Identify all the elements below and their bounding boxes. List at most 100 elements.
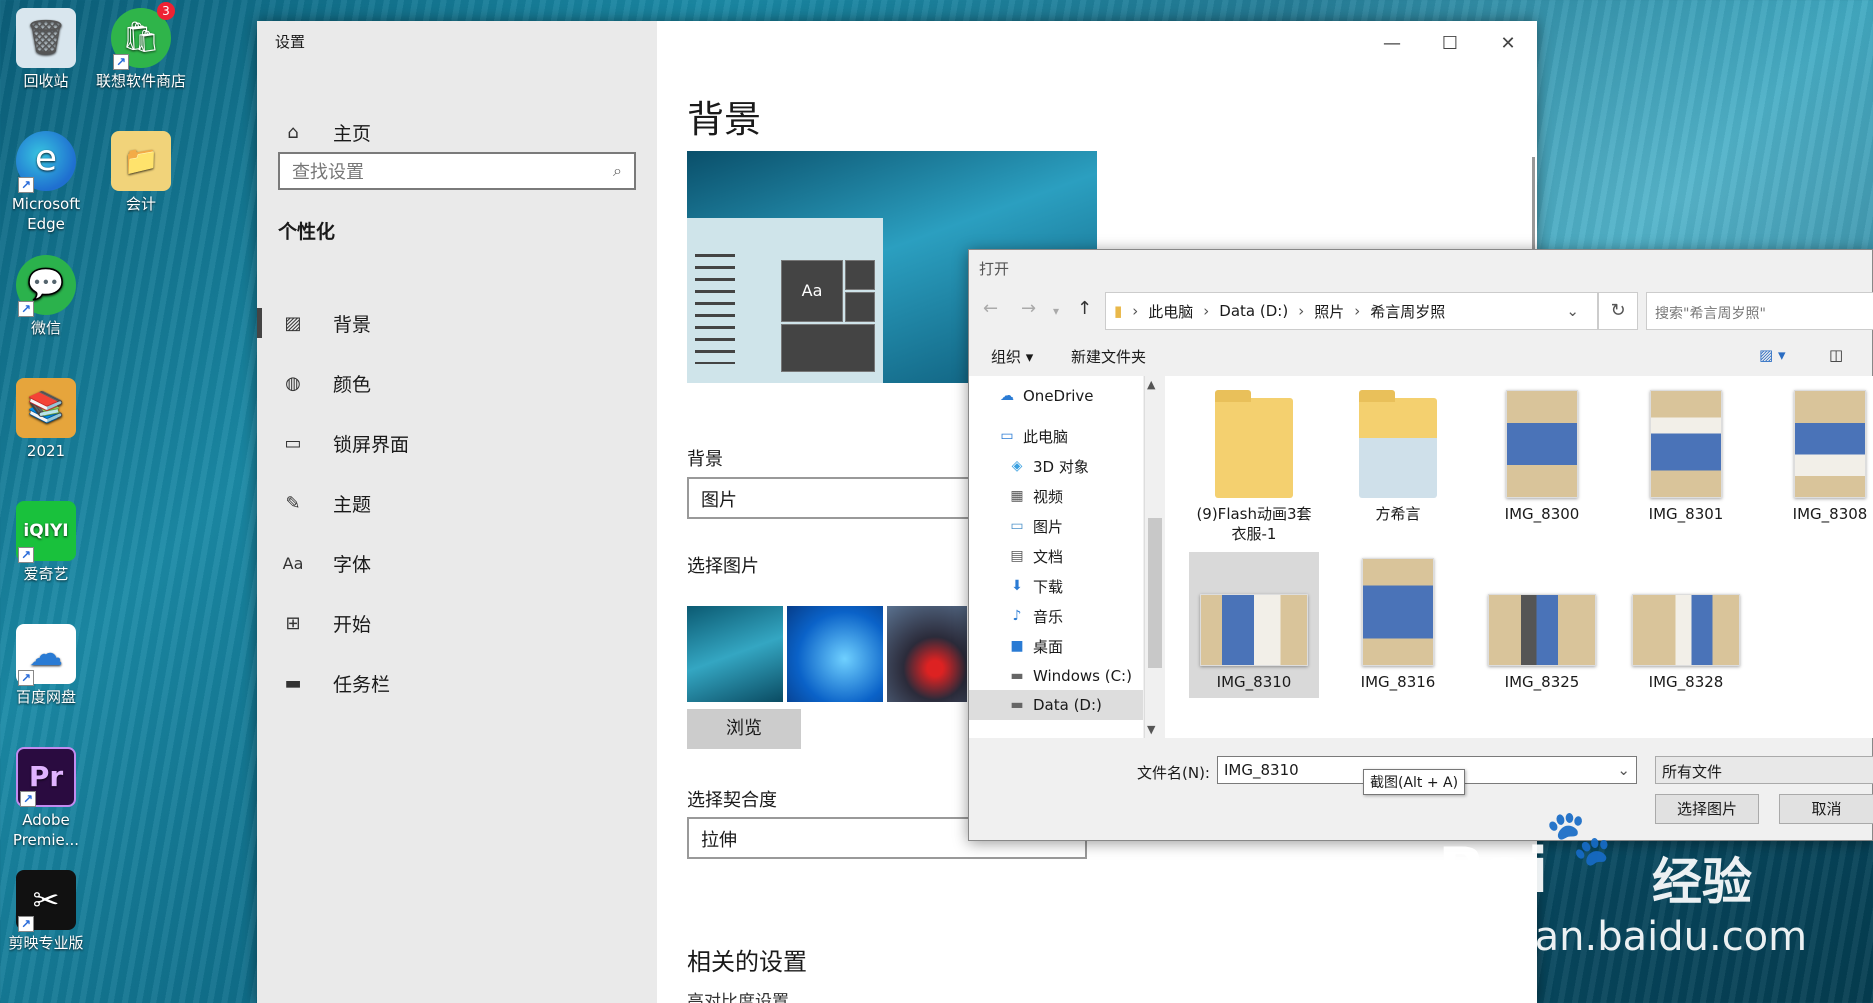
picture-thumbnail-2[interactable]	[787, 606, 883, 702]
minimize-icon[interactable]: —	[1363, 21, 1421, 65]
preview-tile	[845, 260, 875, 290]
desktop-icon-label: 剪映专业版	[8, 934, 84, 952]
theme-brush-icon: ✎	[285, 492, 301, 514]
scissors-icon: ✂ ↗	[16, 870, 76, 932]
dialog-search-input[interactable]: 搜索"希言周岁照"	[1646, 292, 1873, 330]
preview-tile	[845, 292, 875, 322]
file-type-select[interactable]: 所有文件	[1655, 756, 1873, 784]
file-name: IMG_8325	[1504, 673, 1580, 691]
scrollbar-thumb[interactable]	[1148, 518, 1162, 668]
scroll-up-icon[interactable]: ▲	[1147, 378, 1155, 391]
refresh-icon[interactable]: ↻	[1598, 292, 1638, 330]
nav-item-label: 主题	[333, 493, 372, 516]
cancel-button[interactable]: 取消	[1779, 794, 1873, 824]
recent-dropdown-icon[interactable]: ▾	[1053, 304, 1059, 318]
tree-item-3d-objects[interactable]: ◈ 3D 对象	[1007, 454, 1089, 478]
tree-item-documents[interactable]: ▤ 文档	[1007, 544, 1063, 568]
nav-item-taskbar[interactable]: ▬ 任务栏	[279, 663, 390, 703]
forward-arrow-icon[interactable]: →	[1021, 298, 1036, 319]
chevron-down-icon[interactable]: ⌄	[1566, 302, 1579, 320]
chevron-down-icon[interactable]: ⌄	[1617, 761, 1630, 779]
view-options-icon[interactable]: ▨ ▾	[1759, 346, 1785, 364]
up-arrow-icon[interactable]: ↑	[1077, 298, 1092, 319]
settings-search-input[interactable]: 查找设置 ⌕	[278, 152, 636, 190]
desktop-icon-baidu-netdisk[interactable]: ☁ ↗ 百度网盘	[0, 624, 92, 707]
nav-item-label: 颜色	[333, 373, 372, 396]
tree-item-onedrive[interactable]: ☁ OneDrive	[997, 384, 1094, 408]
search-icon: ⌕	[613, 161, 622, 180]
tree-item-this-pc[interactable]: ▭ 此电脑	[997, 424, 1068, 448]
tree-item-videos[interactable]: ▦ 视频	[1007, 484, 1063, 508]
file-name: IMG_8310	[1216, 673, 1292, 691]
desktop-icon-label: 百度网盘	[15, 688, 76, 706]
nav-item-start[interactable]: ⊞ 开始	[279, 603, 371, 643]
tree-item-drive-c[interactable]: ▬ Windows (C:)	[1007, 664, 1132, 688]
file-name: IMG_8300	[1504, 505, 1580, 523]
store-bag-icon: 🛍 3 ↗	[111, 2, 175, 70]
tree-label: Data (D:)	[1033, 696, 1102, 714]
back-arrow-icon[interactable]: ←	[983, 298, 998, 319]
desktop-icon-recycle-bin[interactable]: 🗑 回收站	[0, 8, 92, 91]
maximize-icon[interactable]: ☐	[1421, 21, 1479, 65]
file-item-image[interactable]: IMG_8308	[1765, 390, 1873, 524]
desktop-icon-label: 爱奇艺	[23, 565, 69, 583]
file-item-image[interactable]: IMG_8310	[1189, 594, 1319, 692]
desktop-icon-wechat[interactable]: 💬 ↗ 微信	[0, 255, 92, 338]
file-item-image[interactable]: IMG_8301	[1621, 390, 1751, 524]
file-item-image[interactable]: IMG_8300	[1477, 390, 1607, 524]
tree-item-music[interactable]: ♪ 音乐	[1007, 604, 1063, 628]
tree-item-drive-d[interactable]: ▬ Data (D:)	[1007, 693, 1102, 717]
select-picture-button[interactable]: 选择图片	[1655, 794, 1759, 824]
new-folder-button[interactable]: 新建文件夹	[1071, 346, 1146, 367]
drive-icon: ▬	[1010, 697, 1024, 713]
desktop-icon-edge[interactable]: e ↗ Microsoft Edge	[0, 131, 92, 234]
nav-item-themes[interactable]: ✎ 主题	[279, 483, 371, 523]
breadcrumb-item[interactable]: 照片	[1314, 301, 1344, 322]
nav-item-colors[interactable]: ◍ 颜色	[279, 363, 371, 403]
nav-home[interactable]: ⌂ 主页	[279, 112, 371, 152]
nav-item-lock-screen[interactable]: ▭ 锁屏界面	[279, 423, 409, 463]
preview-pane-icon[interactable]: ◫	[1829, 346, 1843, 364]
high-contrast-link[interactable]: 高对比度设置	[687, 987, 789, 1003]
picture-icon: ▭	[1010, 518, 1024, 534]
browse-button[interactable]: 浏览	[687, 709, 801, 749]
scroll-down-icon[interactable]: ▼	[1147, 723, 1155, 736]
file-item-folder[interactable]: (9)Flash动画3套衣服-1	[1189, 390, 1319, 544]
search-placeholder: 查找设置	[292, 162, 364, 183]
document-icon: ▤	[1010, 548, 1024, 564]
nav-selection-indicator	[257, 308, 262, 338]
folder-photo-icon	[1359, 390, 1437, 498]
tree-item-desktop[interactable]: ■ 桌面	[1007, 634, 1063, 658]
nav-item-label: 锁屏界面	[333, 433, 410, 456]
file-item-image[interactable]: IMG_8316	[1333, 558, 1463, 692]
file-item-image[interactable]: IMG_8325	[1477, 594, 1607, 692]
file-name: IMG_8328	[1648, 673, 1724, 691]
desktop-icon-jianying[interactable]: ✂ ↗ 剪映专业版	[0, 870, 92, 953]
shortcut-arrow-icon: ↗	[18, 177, 34, 193]
breadcrumb-chevron-icon: ›	[1203, 302, 1210, 320]
picture-thumbnail-1[interactable]	[687, 606, 783, 702]
breadcrumb-item[interactable]: 此电脑	[1148, 301, 1193, 322]
photo-thumbnail	[1200, 594, 1308, 666]
tree-item-pictures[interactable]: ▭ 图片	[1007, 514, 1063, 538]
desktop-icon-accounting[interactable]: 📁 会计	[95, 131, 187, 214]
tree-item-downloads[interactable]: ⬇ 下载	[1007, 574, 1063, 598]
photo-thumbnail	[1506, 390, 1578, 498]
file-item-image[interactable]: IMG_8328	[1621, 594, 1751, 692]
address-bar[interactable]: ▮ › 此电脑 › Data (D:) › 照片 › 希言周岁照 ⌄	[1105, 292, 1598, 330]
desktop-icon-iqiyi[interactable]: iQIYI ↗ 爱奇艺	[0, 501, 92, 584]
nav-item-background[interactable]: ▨ 背景	[279, 303, 371, 343]
tree-label: 3D 对象	[1033, 457, 1089, 476]
desktop-icon-lenovo-store[interactable]: 🛍 3 ↗ 联想软件商店	[95, 2, 187, 91]
desktop-icon-premiere[interactable]: Pr ↗ Adobe Premie...	[0, 747, 92, 850]
picture-thumbnail-3[interactable]	[887, 606, 967, 702]
breadcrumb-item[interactable]: Data (D:)	[1219, 302, 1288, 320]
navigation-scrollbar[interactable]: ▲ ▼	[1144, 376, 1164, 738]
nav-item-fonts[interactable]: Aa 字体	[279, 543, 371, 583]
video-icon: ▦	[1010, 488, 1024, 504]
close-icon[interactable]: ✕	[1479, 21, 1537, 65]
file-item-folder[interactable]: 方希言	[1333, 390, 1463, 524]
desktop-icon-2021[interactable]: 📚 2021	[0, 378, 92, 461]
breadcrumb-item[interactable]: 希言周岁照	[1370, 301, 1445, 322]
organize-button[interactable]: 组织 ▾	[991, 346, 1033, 367]
